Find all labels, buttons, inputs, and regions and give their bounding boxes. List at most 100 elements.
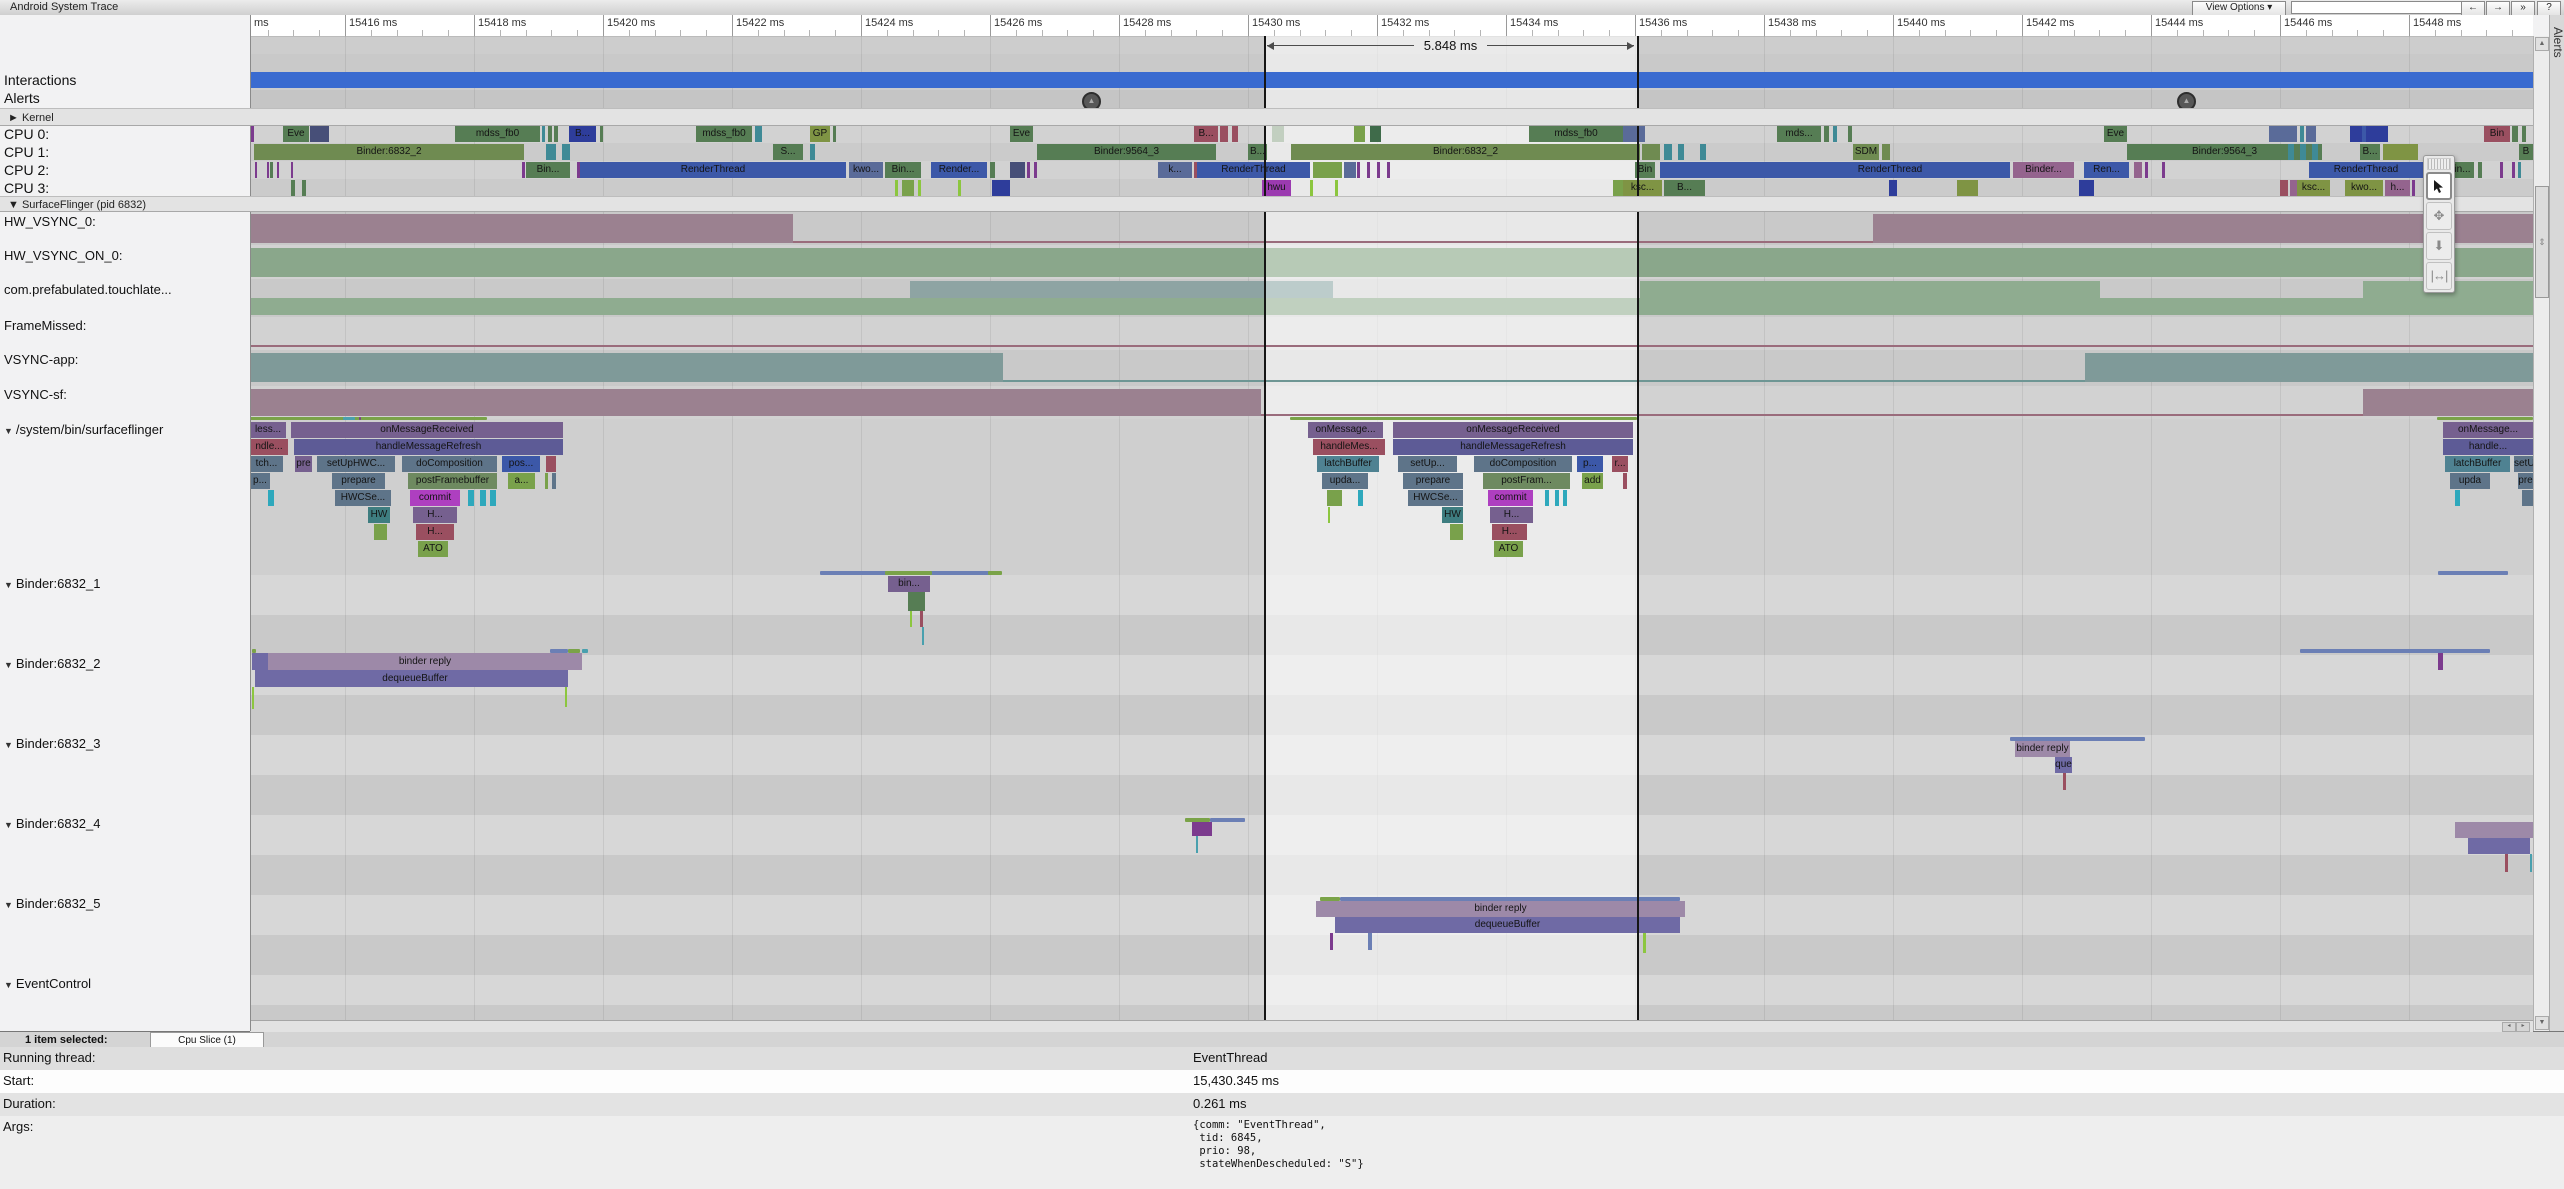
trace-slice[interactable]: binder reply <box>268 653 582 670</box>
trace-slice[interactable]: k... <box>1158 162 1192 178</box>
counter-fill[interactable] <box>2363 389 2533 416</box>
trace-slice[interactable]: handleMessageRefresh <box>294 439 563 455</box>
trace-slice[interactable] <box>2505 854 2508 872</box>
trace-slice[interactable]: Eve <box>283 126 309 142</box>
trace-slice[interactable] <box>252 687 254 709</box>
trace-slice[interactable] <box>359 417 361 420</box>
trace-slice[interactable] <box>343 417 355 420</box>
trace-slice[interactable]: Bin... <box>526 162 570 178</box>
trace-slice[interactable] <box>1344 162 1356 178</box>
trace-slice[interactable] <box>2312 144 2318 160</box>
trace-slice[interactable]: pos... <box>502 456 540 472</box>
trace-slice[interactable] <box>2478 162 2482 178</box>
trace-slice[interactable]: H... <box>1492 524 1527 540</box>
trace-slice[interactable] <box>2512 162 2515 178</box>
trace-slice[interactable]: H... <box>416 524 454 540</box>
trace-slice[interactable]: Ren... <box>2084 162 2129 178</box>
trace-slice[interactable] <box>255 670 262 687</box>
trace-slice[interactable] <box>1328 507 1330 523</box>
trace-slice[interactable]: B... <box>1664 180 1705 196</box>
counter-fill[interactable] <box>2085 353 2533 382</box>
trace-slice[interactable]: h... <box>2385 180 2410 196</box>
trace-slice[interactable]: Binder:6832_2 <box>254 144 524 160</box>
sidebar-item-binder-6832-4[interactable]: ▼Binder:6832_4 <box>4 816 101 831</box>
trace-slice[interactable]: pre <box>2518 473 2533 489</box>
trace-slice[interactable] <box>1370 126 1381 142</box>
trace-slice[interactable] <box>468 490 474 506</box>
expander-arrow-icon[interactable]: ▼ <box>4 980 13 990</box>
expander-arrow-icon[interactable]: ▼ <box>4 900 13 910</box>
trace-slice[interactable] <box>755 126 762 142</box>
trace-slice[interactable] <box>1824 126 1829 142</box>
trace-slice[interactable] <box>2079 180 2094 196</box>
selection-tool-icon[interactable] <box>2426 172 2452 200</box>
trace-slice[interactable] <box>910 611 912 627</box>
trace-slice[interactable]: doComposition <box>402 456 497 472</box>
counter-fill[interactable] <box>250 353 1003 382</box>
trace-slice[interactable] <box>1889 180 1897 196</box>
counter-fill[interactable] <box>1261 414 2363 416</box>
trace-slice[interactable]: pre <box>295 456 312 472</box>
trace-slice[interactable]: H... <box>413 507 457 523</box>
trace-slice[interactable] <box>2300 126 2304 142</box>
trace-slice[interactable]: RenderThread <box>2309 162 2423 178</box>
trace-slice[interactable] <box>1882 144 1890 160</box>
trace-slice[interactable]: setUpHWC... <box>317 456 395 472</box>
timeline-canvas[interactable]: 15416 ms15418 ms15420 ms15422 ms15424 ms… <box>250 15 2533 1031</box>
alerts-side-tab[interactable]: Alerts <box>2549 15 2564 1031</box>
trace-slice[interactable] <box>268 490 274 506</box>
trace-slice[interactable] <box>1660 162 1770 178</box>
trace-slice[interactable] <box>1387 162 1390 178</box>
trace-slice[interactable] <box>1555 490 1559 506</box>
trace-slice[interactable] <box>1623 126 1645 142</box>
trace-slice[interactable]: H... <box>1490 507 1533 523</box>
trace-slice[interactable]: onMessage... <box>1308 422 1383 438</box>
trace-slice[interactable] <box>490 490 496 506</box>
trace-slice[interactable] <box>2288 144 2294 160</box>
trace-slice[interactable] <box>546 144 556 160</box>
counter-fill[interactable] <box>250 298 1264 315</box>
trace-slice[interactable] <box>2455 822 2533 838</box>
counter-fill[interactable] <box>1264 298 1637 315</box>
trace-slice[interactable]: mdss_fb0 <box>455 126 540 142</box>
sidebar-item-eventcontrol[interactable]: ▼EventControl <box>4 976 91 991</box>
trace-slice[interactable] <box>562 144 570 160</box>
trace-slice[interactable] <box>2438 653 2443 670</box>
trace-slice[interactable] <box>522 162 525 178</box>
trace-slice[interactable] <box>1643 933 1646 953</box>
expander-arrow-icon[interactable]: ▼ <box>4 740 13 750</box>
timeline-ruler[interactable]: 15416 ms15418 ms15420 ms15422 ms15424 ms… <box>250 15 2533 37</box>
trace-slice[interactable]: ksc... <box>2297 180 2330 196</box>
trace-slice[interactable]: mds... <box>1777 126 1821 142</box>
trace-slice[interactable]: HWCSe... <box>335 490 391 506</box>
trace-slice[interactable] <box>1367 162 1370 178</box>
trace-slice[interactable] <box>251 126 254 142</box>
trace-slice[interactable]: HW <box>368 507 390 523</box>
trace-slice[interactable] <box>291 180 295 196</box>
trace-slice[interactable] <box>600 126 603 142</box>
trace-slice[interactable]: a... <box>508 473 535 489</box>
trace-slice[interactable] <box>554 126 558 142</box>
trace-slice[interactable] <box>902 180 914 196</box>
trace-slice[interactable] <box>2300 144 2306 160</box>
trace-slice[interactable]: handleMessageRefresh <box>1393 439 1633 455</box>
trace-slice[interactable] <box>1848 126 1852 142</box>
palette-drag-handle-icon[interactable] <box>2427 158 2451 170</box>
trace-slice[interactable]: B... <box>569 126 596 142</box>
trace-slice[interactable] <box>1833 126 1837 142</box>
trace-slice[interactable] <box>250 417 487 420</box>
counter-fill[interactable] <box>793 241 1873 243</box>
trace-slice[interactable] <box>2269 126 2297 142</box>
trace-slice[interactable] <box>542 126 545 142</box>
trace-slice[interactable] <box>2063 773 2066 790</box>
expander-arrow-icon[interactable]: ▼ <box>4 660 13 670</box>
trace-slice[interactable] <box>1330 933 1333 950</box>
counter-fill[interactable] <box>1003 380 2085 382</box>
sidebar-item-binder-6832-1[interactable]: ▼Binder:6832_1 <box>4 576 101 591</box>
trace-slice[interactable] <box>922 627 924 645</box>
trace-slice[interactable] <box>1327 490 1342 506</box>
trace-slice[interactable] <box>252 653 268 670</box>
trace-slice[interactable]: RenderThread <box>1770 162 2010 178</box>
trace-slice[interactable] <box>1664 144 1672 160</box>
trace-slice[interactable] <box>546 456 556 472</box>
